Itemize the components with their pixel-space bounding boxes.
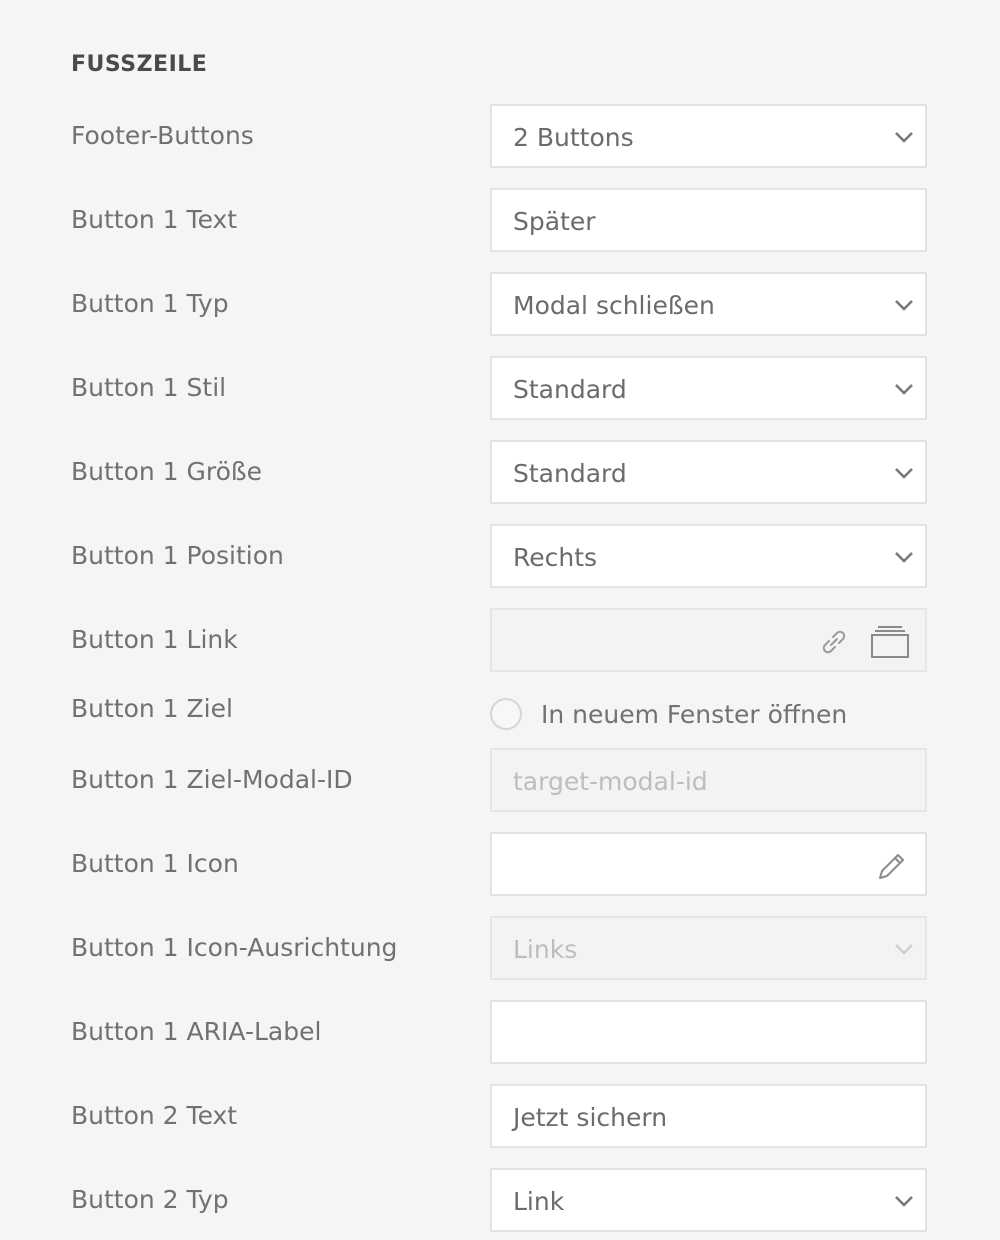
select-value: 2 Buttons	[513, 123, 634, 152]
field-label: Button 1 ARIA-Label	[71, 1017, 322, 1046]
button1-link-input[interactable]	[490, 608, 927, 672]
input-placeholder: target-modal-id	[513, 767, 708, 796]
input-value: Jetzt sichern	[513, 1103, 668, 1132]
form-row-button1-icon: Button 1 Icon	[0, 832, 1000, 900]
form-row-button1-target-modal-id: Button 1 Ziel-Modal-ID target-modal-id	[0, 748, 1000, 816]
button2-text-input[interactable]: Jetzt sichern	[490, 1084, 927, 1148]
button1-size-select[interactable]: Standard	[490, 440, 927, 504]
form-row-button1-style: Button 1 Stil Standard	[0, 356, 1000, 424]
button1-position-select[interactable]: Rechts	[490, 524, 927, 588]
form-row-button1-size: Button 1 Größe Standard	[0, 440, 1000, 508]
window-icon[interactable]	[870, 624, 910, 660]
field-label: Button 2 Text	[71, 1101, 238, 1130]
button1-icon-input[interactable]	[490, 832, 927, 896]
field-label: Button 1 Typ	[71, 289, 229, 318]
field-label: Button 1 Position	[71, 541, 284, 570]
select-value: Links	[513, 935, 578, 964]
field-label: Button 1 Icon	[71, 849, 239, 878]
select-value: Standard	[513, 375, 627, 404]
field-label: Button 1 Größe	[71, 457, 263, 486]
chevron-down-icon	[895, 468, 913, 479]
button1-aria-label-input[interactable]	[490, 1000, 927, 1064]
field-label: Button 2 Typ	[71, 1185, 229, 1214]
field-label: Button 1 Ziel-Modal-ID	[71, 765, 353, 794]
chevron-down-icon	[895, 944, 913, 955]
form-row-button1-type: Button 1 Typ Modal schließen	[0, 272, 1000, 340]
form-row-button2-type: Button 2 Typ Link	[0, 1168, 1000, 1236]
new-window-toggle[interactable]	[490, 698, 522, 730]
form-row-button1-icon-alignment: Button 1 Icon-Ausrichtung Links	[0, 916, 1000, 984]
input-value: Später	[513, 207, 596, 236]
form-row-button1-link: Button 1 Link	[0, 608, 1000, 676]
select-value: Modal schließen	[513, 291, 715, 320]
form-row-button2-text: Button 2 Text Jetzt sichern	[0, 1084, 1000, 1152]
field-label: Footer-Buttons	[71, 121, 254, 150]
button2-type-select[interactable]: Link	[490, 1168, 927, 1232]
button1-icon-alignment-select[interactable]: Links	[490, 916, 927, 980]
button1-text-input[interactable]: Später	[490, 188, 927, 252]
field-label: Button 1 Icon-Ausrichtung	[71, 933, 398, 962]
form-row-button1-aria-label: Button 1 ARIA-Label	[0, 1000, 1000, 1068]
link-icon[interactable]	[818, 626, 850, 658]
new-window-toggle-label[interactable]: In neuem Fenster öffnen	[541, 700, 847, 729]
chevron-down-icon	[895, 552, 913, 563]
chevron-down-icon	[895, 132, 913, 143]
field-label: Button 1 Link	[71, 625, 238, 654]
pencil-icon[interactable]	[874, 850, 908, 884]
form-row-button1-position: Button 1 Position Rechts	[0, 524, 1000, 592]
footer-buttons-select[interactable]: 2 Buttons	[490, 104, 927, 168]
select-value: Link	[513, 1187, 565, 1216]
field-label: Button 1 Ziel	[71, 694, 233, 723]
form-row-footer-buttons: Footer-Buttons 2 Buttons	[0, 104, 1000, 172]
button1-target-modal-id-input[interactable]: target-modal-id	[490, 748, 927, 812]
button1-type-select[interactable]: Modal schließen	[490, 272, 927, 336]
field-label: Button 1 Stil	[71, 373, 227, 402]
form-row-button1-text: Button 1 Text Später	[0, 188, 1000, 256]
section-title: FUSSZEILE	[71, 52, 208, 77]
field-label: Button 1 Text	[71, 205, 238, 234]
chevron-down-icon	[895, 1196, 913, 1207]
select-value: Rechts	[513, 543, 598, 572]
chevron-down-icon	[895, 300, 913, 311]
button1-style-select[interactable]: Standard	[490, 356, 927, 420]
chevron-down-icon	[895, 384, 913, 395]
select-value: Standard	[513, 459, 627, 488]
